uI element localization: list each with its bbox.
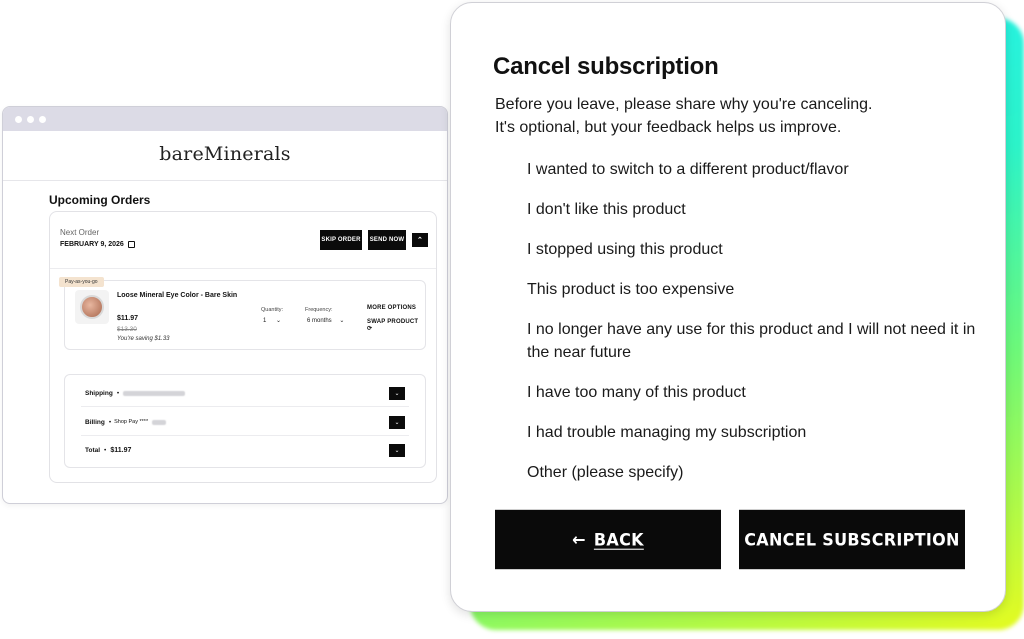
frequency-select[interactable]: 6 months ⌄	[307, 317, 344, 324]
reason-option[interactable]: I had trouble managing my subscription	[527, 421, 977, 444]
reason-list: I wanted to switch to a different produc…	[527, 158, 977, 484]
skip-order-button[interactable]: SKIP ORDER	[320, 230, 362, 250]
back-label: BACK	[593, 529, 644, 550]
redacted-card	[152, 419, 167, 425]
back-button[interactable]: ← BACK	[495, 509, 721, 570]
quantity-value: 1	[263, 318, 267, 324]
modal-intro: Before you leave, please share why you'r…	[495, 93, 965, 139]
reason-option[interactable]: I have too many of this product	[527, 381, 977, 404]
window-dot-icon	[15, 115, 22, 123]
order-summary-card: Shipping • ⌄ Billing • Shop Pay **** ⌄ T…	[64, 374, 426, 468]
next-order-date: FEBRUARY 9, 2026	[60, 241, 135, 248]
billing-row[interactable]: Billing • Shop Pay **** ⌄	[65, 408, 425, 436]
brand-logo: bareMinerals	[3, 131, 447, 181]
product-image	[75, 290, 109, 324]
swap-product-link[interactable]: SWAP PRODUCT ⟳	[367, 319, 425, 332]
chevron-down-icon[interactable]: ⌄	[389, 443, 405, 457]
pay-as-you-go-badge: Pay-as-you-go	[59, 277, 104, 287]
calendar-icon[interactable]	[127, 241, 135, 248]
bullet: •	[116, 389, 120, 397]
reason-option[interactable]: I wanted to switch to a different produc…	[527, 158, 977, 181]
browser-toolbar	[3, 107, 447, 131]
modal-intro-line-1: Before you leave, please share why you'r…	[495, 96, 873, 113]
window-dot-icon	[39, 115, 46, 123]
divider	[81, 406, 409, 407]
billing-value: Shop Pay ****	[114, 419, 149, 425]
total-row[interactable]: Total • $11.97 ⌄	[65, 436, 425, 464]
product-card: Pay-as-you-go Loose Mineral Eye Color - …	[59, 277, 426, 350]
bullet: •	[104, 446, 107, 454]
swap-product-label: SWAP PRODUCT	[367, 319, 419, 325]
chevron-down-icon: ⌄	[339, 318, 345, 324]
reason-option[interactable]: This product is too expensive	[527, 278, 977, 301]
modal-intro-line-2: It's optional, but your feedback helps u…	[495, 119, 842, 136]
reason-option[interactable]: I no longer have any use for this produc…	[527, 318, 977, 364]
chevron-down-icon[interactable]: ⌄	[389, 386, 405, 400]
product-saving: You're saving $1.33	[117, 336, 170, 342]
quantity-label: Quantity:	[261, 307, 284, 313]
collapse-chevron-icon[interactable]: ⌃	[412, 233, 428, 247]
reason-option[interactable]: I don't like this product	[527, 198, 977, 221]
section-title: Upcoming Orders	[49, 193, 151, 207]
reason-option[interactable]: Other (please specify)	[527, 461, 977, 484]
quantity-select[interactable]: 1 ⌄	[263, 317, 281, 324]
shipping-row[interactable]: Shipping • ⌄	[65, 379, 425, 407]
refresh-icon: ⟳	[367, 326, 373, 332]
divider	[50, 268, 436, 269]
frequency-label: Frequency:	[305, 307, 333, 313]
product-name: Loose Mineral Eye Color - Bare Skin	[117, 292, 238, 299]
redacted-address	[123, 390, 186, 396]
arrow-left-icon: ←	[572, 529, 586, 550]
chevron-down-icon[interactable]: ⌄	[389, 415, 405, 429]
send-now-button[interactable]: SEND NOW	[368, 230, 406, 250]
orders-card: Next Order FEBRUARY 9, 2026 SKIP ORDER S…	[49, 211, 437, 483]
cancel-subscription-modal: Cancel subscription Before you leave, pl…	[450, 2, 1006, 612]
cancel-subscription-button[interactable]: CANCEL SUBSCRIPTION	[739, 509, 965, 570]
product-old-price: $13.30	[117, 326, 137, 333]
shipping-label: Shipping	[85, 389, 113, 397]
chevron-down-icon: ⌄	[276, 318, 282, 324]
billing-label: Billing	[85, 418, 105, 426]
modal-title: Cancel subscription	[493, 53, 719, 80]
total-label: Total	[85, 446, 101, 454]
total-value: $11.97	[110, 446, 132, 454]
bullet: •	[108, 418, 112, 426]
product-price: $11.97	[117, 315, 139, 322]
reason-option[interactable]: I stopped using this product	[527, 238, 977, 261]
frequency-value: 6 months	[307, 318, 332, 324]
next-order-date-text: FEBRUARY 9, 2026	[60, 241, 124, 248]
browser-window: bareMinerals Upcoming Orders Next Order …	[2, 106, 448, 504]
more-options-link[interactable]: MORE OPTIONS	[367, 305, 416, 311]
next-order-label: Next Order	[60, 228, 100, 237]
product-compact-icon	[80, 295, 104, 319]
window-dot-icon	[27, 115, 34, 123]
